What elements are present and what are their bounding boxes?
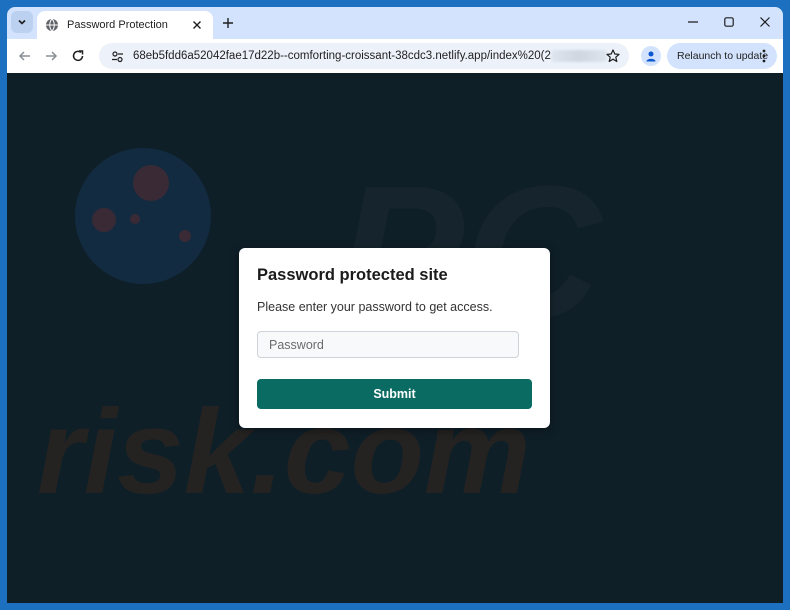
close-icon [193,21,201,29]
bookmark-button[interactable] [605,48,621,64]
browser-window: Password Protection 68eb5fdd6a52042fae17… [7,7,783,603]
dialog-description: Please enter your password to get access… [257,300,493,314]
dialog-heading: Password protected site [257,266,448,284]
password-dialog: Password protected site Please enter you… [239,248,550,428]
submit-button[interactable]: Submit [257,379,532,409]
profile-icon [646,51,656,62]
forward-button[interactable] [41,46,61,66]
tab-search-button[interactable] [11,11,33,33]
more-icon [762,49,766,63]
reload-button[interactable] [68,46,88,66]
profile-button[interactable] [641,46,661,66]
redacted-url-part [551,50,607,62]
page-content: PC risk.com Password protected site Plea… [7,73,783,603]
new-tab-button[interactable] [219,14,237,32]
tab-strip: Password Protection [7,7,783,39]
browser-toolbar: 68eb5fdd6a52042fae17d22b--comforting-cro… [7,39,783,73]
tab-close-button[interactable] [189,17,205,33]
tab-title: Password Protection [67,19,168,31]
tab-search-icon [18,19,26,25]
close-window-button[interactable] [747,7,783,37]
watermark-logo-dot [92,208,116,232]
address-url: 68eb5fdd6a52042fae17d22b--comforting-cro… [133,50,551,62]
relaunch-label: Relaunch to update [677,50,769,62]
watermark-logo-dot [133,165,169,201]
tab-password-protection[interactable]: Password Protection [37,11,213,39]
close-icon [760,17,770,27]
watermark-logo-dot [130,214,140,224]
reload-icon [72,50,84,62]
relaunch-update-button[interactable]: Relaunch to update [667,43,777,69]
back-icon [18,51,30,61]
star-icon [606,49,620,63]
back-button[interactable] [15,46,35,66]
forward-icon [46,51,58,61]
browser-menu-button[interactable] [757,48,771,64]
plus-icon [223,18,233,28]
tune-icon [111,50,123,62]
password-input[interactable] [257,331,519,358]
watermark-logo-dot [179,230,191,242]
minimize-icon [688,21,698,23]
site-info-button[interactable] [109,48,125,64]
address-bar[interactable]: 68eb5fdd6a52042fae17d22b--comforting-cro… [99,43,629,69]
maximize-button[interactable] [711,7,747,37]
maximize-icon [724,17,734,27]
globe-icon [45,18,59,32]
minimize-button[interactable] [675,7,711,37]
